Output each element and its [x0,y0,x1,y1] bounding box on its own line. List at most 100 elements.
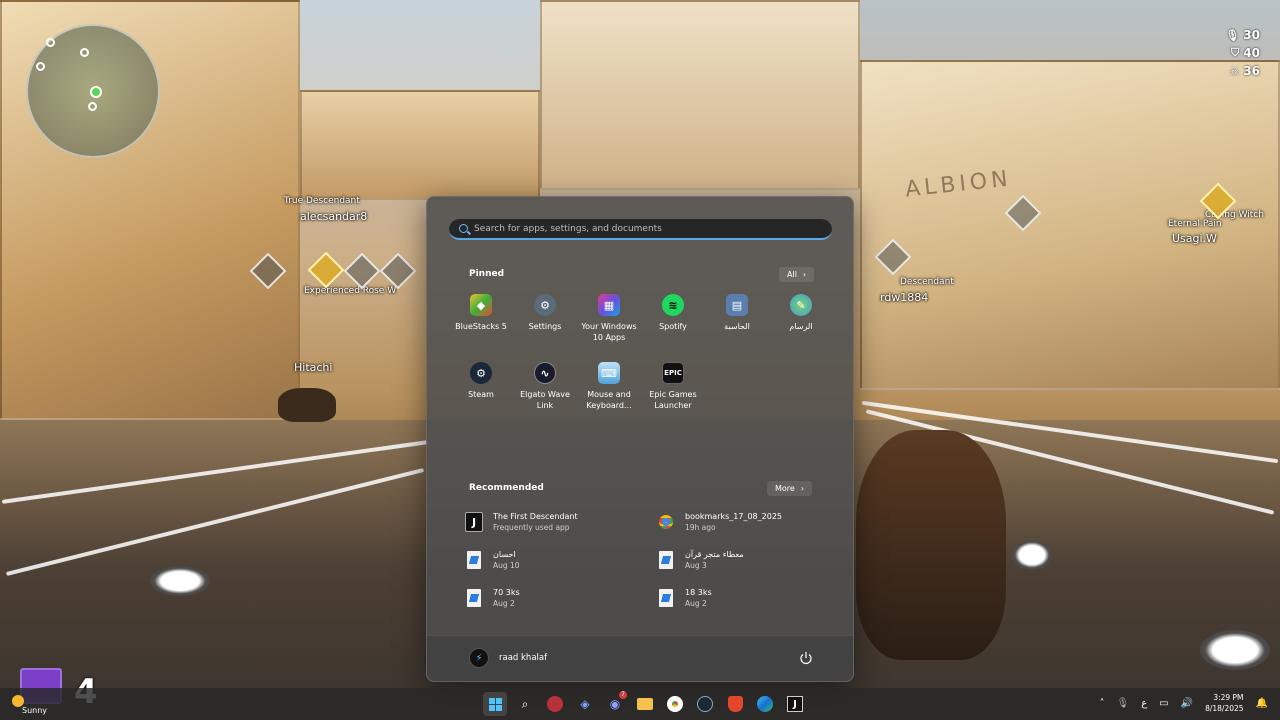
windows-start-icon[interactable] [483,692,507,716]
recommended-item[interactable]: معطاء متجر قرآن Aug 3 [657,547,825,573]
pinned-title: Pinned [469,269,505,279]
pinned-app-paint[interactable]: ✎ الرسام [769,294,833,350]
windows-apps-icon: ▦ [598,294,620,316]
elgato-icon: ∿ [534,362,556,384]
notification-icon[interactable]: 🔔 [1256,698,1268,709]
recommended-item[interactable]: J The First Descendant Frequently used ap… [465,509,657,535]
language-indicator[interactable]: ع [1141,698,1147,709]
hud-counter: 🎙 30 [1225,28,1260,42]
recommended-title: Recommended [469,483,544,493]
volume-icon[interactable]: 🔊 [1181,698,1193,709]
minimap-marker [88,102,97,111]
player-title-tag: Descendant [900,277,954,287]
pinned-app-calculator[interactable]: ▤ الحاسبة [705,294,769,350]
first-descendant-icon[interactable]: J [783,692,807,716]
chrome-icon [657,512,675,532]
epic-games-icon: EPIC [662,362,684,384]
recommended-item[interactable]: احسان Aug 10 [465,547,657,573]
player-title-tag: True Descendant [284,196,360,206]
edge-icon[interactable] [753,692,777,716]
image-file-icon [465,588,483,608]
clock[interactable]: 3:29 PM 8/18/2025 [1205,692,1243,714]
minimap-marker [80,48,89,57]
vpn-icon[interactable]: ◈ [573,692,597,716]
discord-icon[interactable]: ◉ 7 [603,691,627,716]
calculator-icon: ▤ [726,294,748,316]
search-box[interactable] [449,219,832,240]
steam-icon[interactable] [693,692,717,716]
shield-icon: ⛉ [1231,46,1240,59]
bridge-structure [300,90,540,200]
image-file-icon [657,588,675,608]
chrome-icon[interactable] [663,692,687,716]
player-title-tag: Eternal Pain [1168,219,1222,229]
network-icon[interactable]: ▭ [1159,698,1168,709]
minimap-marker [36,62,45,71]
recommended-item[interactable]: bookmarks_17_08_2025 19h ago [657,509,825,535]
player-name-tag: Hitachi [294,361,333,374]
gear-icon: ⚙ [534,294,556,316]
floor-lamp [150,566,210,596]
pinned-app-elgato-wave-link[interactable]: ∿ Elgato Wave Link [513,362,577,418]
recommended-item[interactable]: 70 3ks Aug 2 [465,585,657,611]
start-menu: Pinned All › ◆ BlueStacks 5 ⚙ Settings ▦… [426,196,854,682]
dog-right [856,430,1006,660]
floor-lamp [1200,630,1270,670]
minimap[interactable] [26,24,160,158]
mouse-keyboard-icon: ⌨ [598,362,620,384]
floor-lamp [1012,540,1052,570]
player-name-tag: rdw1884 [880,291,929,304]
more-button[interactable]: More › [767,481,813,496]
image-file-icon [465,550,483,570]
pinned-app-steam[interactable]: ⚙ Steam [449,362,513,418]
tower-structure [540,0,860,190]
pinned-apps-grid: ◆ BlueStacks 5 ⚙ Settings ▦ Your Windows… [449,294,833,418]
power-icon[interactable] [799,651,813,665]
taskbar-apps: ⌕ ◈ ◉ 7 J [483,691,807,716]
player-name-tag: Experienced Rose W [304,286,397,296]
first-descendant-icon: J [465,512,483,532]
system-tray: ˄ 🎙 ع ▭ 🔊 3:29 PM 8/18/2025 🔔 [1100,692,1269,714]
hud-counters: 🎙 30 ⛉ 40 ☠ 36 [1225,26,1260,80]
dog-left [278,388,336,422]
waypoint-marker [379,252,417,290]
minimap-marker [46,38,55,47]
search-icon [459,224,468,233]
pinned-app-windows-10-apps[interactable]: ▦ Your Windows 10 Apps [577,294,641,350]
mail-marker [307,251,345,289]
chevron-up-icon[interactable]: ˄ [1100,698,1105,709]
player-position-icon [90,86,102,98]
search-icon[interactable]: ⌕ [513,692,537,716]
bluestacks-icon: ◆ [470,294,492,316]
hud-counter: ☠ 36 [1229,64,1260,78]
player-name-tag: Usagi.W [1172,232,1217,245]
search-input[interactable] [474,223,814,234]
paint-icon: ✎ [790,294,812,316]
weather-widget[interactable] [12,691,24,707]
player-name-tag: alecsandar8 [300,210,368,223]
pinned-app-spotify[interactable]: ≋ Spotify [641,294,705,350]
user-name: raad khalaf [499,653,548,663]
avatar: ⚡ [469,648,489,668]
waypoint-marker [343,252,381,290]
all-apps-button[interactable]: All › [779,267,815,282]
user-account-button[interactable]: ⚡ raad khalaf [469,648,547,668]
pinned-app-bluestacks[interactable]: ◆ BlueStacks 5 [449,294,513,350]
steam-icon: ⚙ [470,362,492,384]
recommended-item[interactable]: 18 3ks Aug 2 [657,585,825,611]
spotify-icon: ≋ [662,294,684,316]
file-explorer-icon[interactable] [633,692,657,716]
pinned-app-mouse-keyboard[interactable]: ⌨ Mouse and Keyboard... [577,362,641,418]
start-menu-footer: ⚡ raad khalaf [427,635,853,681]
pinned-app-epic-games[interactable]: EPIC Epic Games Launcher [641,362,705,418]
pinned-app-settings[interactable]: ⚙ Settings [513,294,577,350]
chevron-right-icon: › [800,484,805,493]
recommended-list: J The First Descendant Frequently used ap… [465,509,825,611]
skull-icon: ☠ [1229,64,1240,78]
app-icon[interactable] [543,692,567,716]
image-file-icon [657,550,675,570]
microphone-icon[interactable]: 🎙 [1117,698,1130,709]
brave-icon[interactable] [723,692,747,716]
hud-counter: ⛉ 40 [1231,46,1260,60]
chevron-right-icon: › [802,270,807,279]
